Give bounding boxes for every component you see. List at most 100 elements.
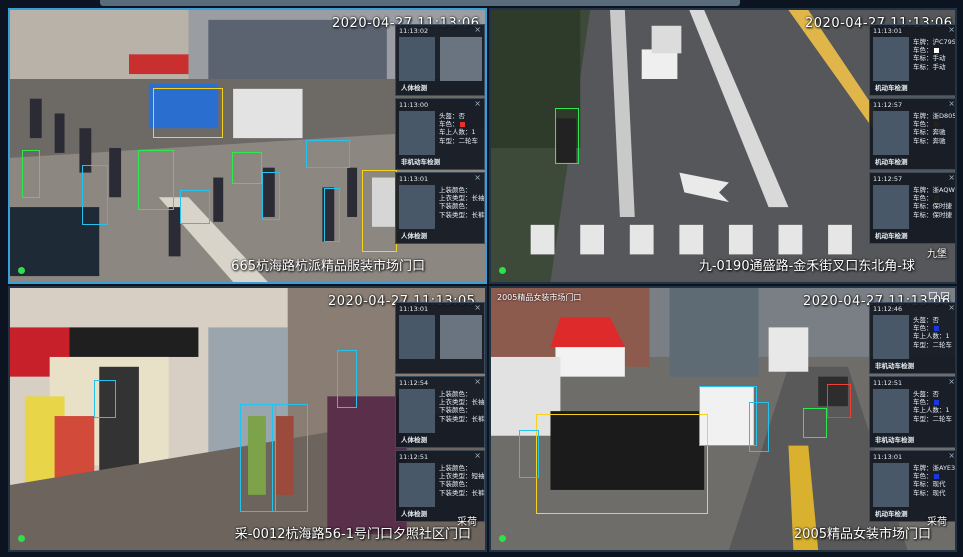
attribute-text: 车标：现代 xyxy=(913,480,946,489)
close-icon[interactable]: × xyxy=(474,25,481,34)
attribute-text: 车色： xyxy=(913,324,933,333)
attribute-text: 头盔：否 xyxy=(913,390,939,398)
snapshot-thumbnail[interactable] xyxy=(873,185,909,229)
event-attributes: 头盔：否 车色： 车上人数：1 车型：二轮车 xyxy=(913,390,955,423)
close-icon[interactable]: × xyxy=(474,451,481,460)
snapshot-thumbnail[interactable] xyxy=(399,389,435,433)
detection-box xyxy=(536,414,708,514)
event-time: 11:13:01 xyxy=(399,305,429,313)
event-attributes: 车牌：浙D8057Z车色：车标：奔驰车标：奔驰 xyxy=(913,112,955,145)
camera-area-label: 九堡 xyxy=(927,249,947,260)
snapshot-thumbnail[interactable] xyxy=(399,463,435,507)
close-icon[interactable]: × xyxy=(474,303,481,312)
camera-area-label: 采荷 xyxy=(457,517,477,528)
detection-box xyxy=(827,384,851,418)
event-category: 人体检测 xyxy=(401,510,427,518)
event-category: 机动车检测 xyxy=(875,232,908,240)
camera-tile-2[interactable]: 2020-04-27 11:13:06 11:13:01×车牌：沪C79SH6车… xyxy=(489,8,957,284)
attribute-text: 车色： xyxy=(913,194,933,203)
event-panel: 11:12:46 × 头盔：否 车色： 车上人数：1 车型：二轮车 非机动车检测 11:12:… xyxy=(869,302,955,522)
attribute-text: 车牌：沪C79SH6 xyxy=(913,38,956,46)
camera-tile-3[interactable]: 2020-04-27 11:13:05 11:13:01×11:12:54×上装… xyxy=(8,286,487,552)
snapshot-thumbnail[interactable] xyxy=(873,315,909,359)
color-swatch xyxy=(933,121,939,127)
attribute-text: 下装类型：长裤 xyxy=(439,414,485,423)
detection-box xyxy=(180,190,210,224)
video-wall: 2020-04-27 11:13:06 11:13:02×人体检测11:13:0… xyxy=(0,0,963,557)
event-time: 11:13:02 xyxy=(399,27,429,35)
event-card[interactable]: 11:13:01×车牌：沪C79SH6车色：车标：手动车标：手动机动车检测 xyxy=(869,24,956,96)
detection-box xyxy=(153,88,223,138)
attribute-text: 车标：手动 xyxy=(913,62,946,71)
snapshot-thumbnail[interactable] xyxy=(873,463,909,507)
detection-box xyxy=(240,404,276,512)
event-time: 11:13:00 xyxy=(399,101,429,109)
event-card[interactable]: 11:13:01 × xyxy=(395,302,485,374)
attribute-text: 下装颜色： xyxy=(439,480,472,489)
close-icon[interactable]: × xyxy=(474,377,481,386)
snapshot-thumbnail[interactable] xyxy=(873,37,909,81)
event-attributes: 上装颜色： 上衣类型：长袖 下装颜色： 下装类型：长裤 xyxy=(439,186,485,219)
window-scrollbar[interactable] xyxy=(100,0,740,6)
event-card[interactable]: 11:12:46 × 头盔：否 车色： 车上人数：1 车型：二轮车 非机动车检测 xyxy=(869,302,955,374)
window-controls[interactable] xyxy=(929,292,949,299)
event-time: 11:12:57 xyxy=(873,101,903,109)
attribute-text: 车标：手动 xyxy=(913,54,946,63)
event-time: 11:13:01 xyxy=(873,453,903,461)
attribute-text: 车上人数：1 xyxy=(913,332,950,341)
attribute-text: 车标：现代 xyxy=(913,488,946,497)
detection-box xyxy=(262,172,280,220)
face-snapshot[interactable] xyxy=(440,37,482,81)
close-icon[interactable]: × xyxy=(474,99,481,108)
close-icon[interactable]: × xyxy=(948,451,955,460)
color-swatch xyxy=(933,195,939,201)
event-attributes: 车牌：沪C79SH6车色：车标：手动车标：手动 xyxy=(913,38,956,71)
event-category: 非机动车检测 xyxy=(875,436,914,444)
attribute-text: 车上人数：1 xyxy=(913,406,950,415)
close-icon[interactable]: × xyxy=(948,377,955,386)
attribute-text: 下装颜色： xyxy=(439,202,472,211)
maximize-icon[interactable] xyxy=(941,292,949,299)
event-card[interactable]: 11:12:51 × 头盔：否 车色： 车上人数：1 车型：二轮车 非机动车检测 xyxy=(869,376,955,448)
camera-tile-1[interactable]: 2020-04-27 11:13:06 11:13:02×人体检测11:13:0… xyxy=(8,8,487,284)
close-icon[interactable]: × xyxy=(474,173,481,182)
close-icon[interactable]: × xyxy=(948,173,955,182)
attribute-text: 车色： xyxy=(913,472,933,481)
snapshot-thumbnail[interactable] xyxy=(873,389,909,433)
event-card[interactable]: 11:12:57×车牌：浙D8057Z车色：车标：奔驰车标：奔驰机动车检测 xyxy=(869,98,955,170)
snapshot-thumbnail[interactable] xyxy=(399,315,435,359)
close-icon[interactable]: × xyxy=(948,99,955,108)
attribute-text: 下装颜色： xyxy=(439,406,472,415)
event-attributes: 车牌：浙AQW7...车色：车标：保时捷车标：保时捷 xyxy=(913,186,955,219)
event-card[interactable]: 11:13:01×车牌：浙AYE352车色：车标：现代车标：现代机动车检测 xyxy=(869,450,955,522)
event-card[interactable]: 11:13:00 × 头盔：否 车色： 车上人数：1 车型：二轮车 非机动车检测 xyxy=(395,98,485,170)
live-status-icon xyxy=(18,535,25,542)
event-card[interactable]: 11:12:51 × 上装颜色： 上衣类型：短袖 下装颜色： 下装类型：长裤 人体检测 xyxy=(395,450,485,522)
attribute-text: 车色： xyxy=(913,46,933,55)
color-swatch xyxy=(933,473,939,479)
attribute-text: 头盔：否 xyxy=(913,316,939,324)
close-icon[interactable]: × xyxy=(948,303,955,312)
attribute-text: 上衣类型：长袖 xyxy=(439,398,485,407)
snapshot-thumbnail[interactable] xyxy=(399,111,435,155)
event-card[interactable]: 11:12:54 × 上装颜色： 上衣类型：长袖 下装颜色： 下装类型：长裤 人体检测 xyxy=(395,376,485,448)
event-card[interactable]: 11:13:01 × 上装颜色： 上衣类型：长袖 下装颜色： 下装类型：长裤 人体检测 xyxy=(395,172,485,244)
camera-caption: 665杭海路杭派精品服装市场门口 xyxy=(231,259,425,274)
close-icon[interactable]: × xyxy=(948,25,955,34)
event-category: 人体检测 xyxy=(401,436,427,444)
detection-box xyxy=(232,152,262,184)
detection-box xyxy=(138,150,174,210)
camera-tile-4[interactable]: 2005精品女装市场门口 2020-04-27 11:13:06 11:12:4… xyxy=(489,286,957,552)
attribute-text: 车牌：浙AQW7... xyxy=(913,186,955,194)
event-card[interactable]: 11:12:57×车牌：浙AQW7...车色：车标：保时捷车标：保时捷机动车检测 xyxy=(869,172,955,244)
detection-box xyxy=(362,170,397,252)
snapshot-thumbnail[interactable] xyxy=(399,185,435,229)
live-status-icon xyxy=(499,267,506,274)
face-snapshot[interactable] xyxy=(440,315,482,359)
attribute-text: 车色： xyxy=(913,398,933,407)
snapshot-thumbnail[interactable] xyxy=(399,37,435,81)
snapshot-thumbnail[interactable] xyxy=(873,111,909,155)
attribute-text: 头盔：否 xyxy=(439,112,465,120)
restore-icon[interactable] xyxy=(929,292,937,299)
event-card[interactable]: 11:13:02 × 人体检测 xyxy=(395,24,485,96)
